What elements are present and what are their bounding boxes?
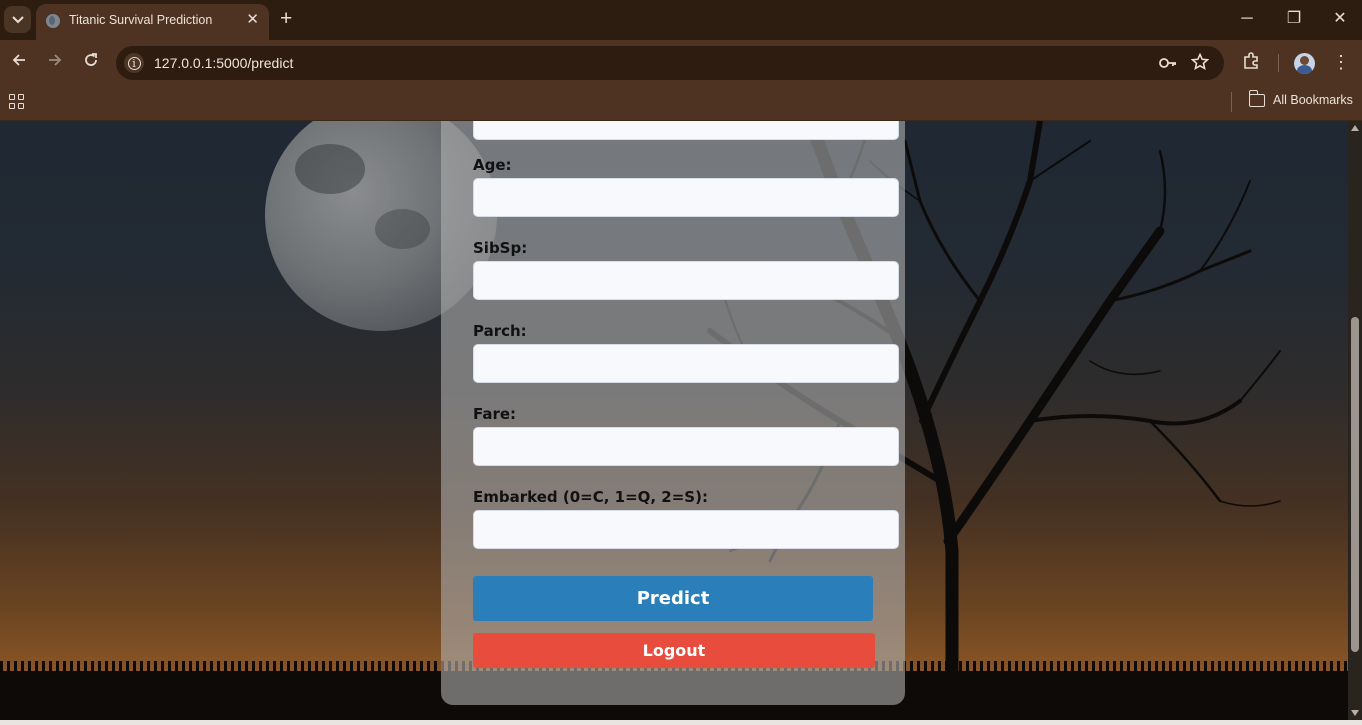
close-window-button[interactable]: ✕ <box>1325 8 1355 30</box>
restore-button[interactable]: ❐ <box>1279 8 1309 30</box>
url-text[interactable]: 127.0.0.1:5000/predict <box>154 55 293 71</box>
tab-strip: Titanic Survival Prediction ✕ + ─ ❐ ✕ <box>0 0 1362 40</box>
embarked-label: Embarked (0=C, 1=Q, 2=S): <box>473 488 708 506</box>
browser-tab[interactable]: Titanic Survival Prediction ✕ <box>36 4 269 40</box>
age-label: Age: <box>473 156 512 174</box>
password-key-icon[interactable] <box>1158 53 1178 79</box>
prediction-form-card: Age: SibSp: Parch: Fare: Embarked (0=C, … <box>441 121 905 705</box>
site-info-icon[interactable]: i <box>124 53 144 73</box>
scrollbar-thumb[interactable] <box>1351 317 1359 652</box>
embarked-input[interactable] <box>473 510 899 549</box>
bookmarks-divider <box>1231 92 1232 112</box>
fare-label: Fare: <box>473 405 517 423</box>
minimize-button[interactable]: ─ <box>1232 8 1262 30</box>
scroll-up-arrow-icon[interactable] <box>1351 125 1359 131</box>
tab-search-button[interactable] <box>4 6 31 33</box>
predict-button[interactable]: Predict <box>473 576 873 621</box>
browser-toolbar: i 127.0.0.1:5000/predict ⋮ <box>0 40 1362 86</box>
bookmarks-bar: All Bookmarks <box>0 86 1362 121</box>
bookmark-star-icon[interactable] <box>1190 52 1210 77</box>
sibsp-input[interactable] <box>473 261 899 300</box>
page-scrollbar[interactable] <box>1348 121 1362 720</box>
logout-button[interactable]: Logout <box>473 633 875 668</box>
menu-dots-icon[interactable]: ⋮ <box>1332 51 1350 73</box>
extensions-icon[interactable] <box>1240 52 1262 74</box>
globe-favicon-icon <box>46 14 60 28</box>
apps-grid-icon[interactable] <box>9 94 25 110</box>
new-tab-button[interactable]: + <box>280 8 292 30</box>
back-arrow-icon[interactable] <box>8 52 30 74</box>
folder-icon[interactable] <box>1248 90 1265 107</box>
chevron-down-icon <box>11 15 24 23</box>
parch-input[interactable] <box>473 344 899 383</box>
address-bar[interactable]: i 127.0.0.1:5000/predict <box>116 46 1224 80</box>
reload-icon[interactable] <box>80 52 102 74</box>
tab-title: Titanic Survival Prediction <box>69 13 213 27</box>
sex-input[interactable] <box>473 121 899 140</box>
fare-input[interactable] <box>473 427 899 466</box>
parch-label: Parch: <box>473 322 527 340</box>
page-viewport: Age: SibSp: Parch: Fare: Embarked (0=C, … <box>0 121 1362 720</box>
profile-avatar[interactable] <box>1294 53 1315 74</box>
forward-arrow-icon[interactable] <box>44 52 66 74</box>
tab-close-icon[interactable]: ✕ <box>246 11 259 29</box>
all-bookmarks-link[interactable]: All Bookmarks <box>1273 93 1353 107</box>
sibsp-label: SibSp: <box>473 239 528 257</box>
window-bottom-edge <box>0 720 1362 725</box>
toolbar-divider <box>1278 54 1279 72</box>
scroll-down-arrow-icon[interactable] <box>1351 710 1359 716</box>
age-input[interactable] <box>473 178 899 217</box>
